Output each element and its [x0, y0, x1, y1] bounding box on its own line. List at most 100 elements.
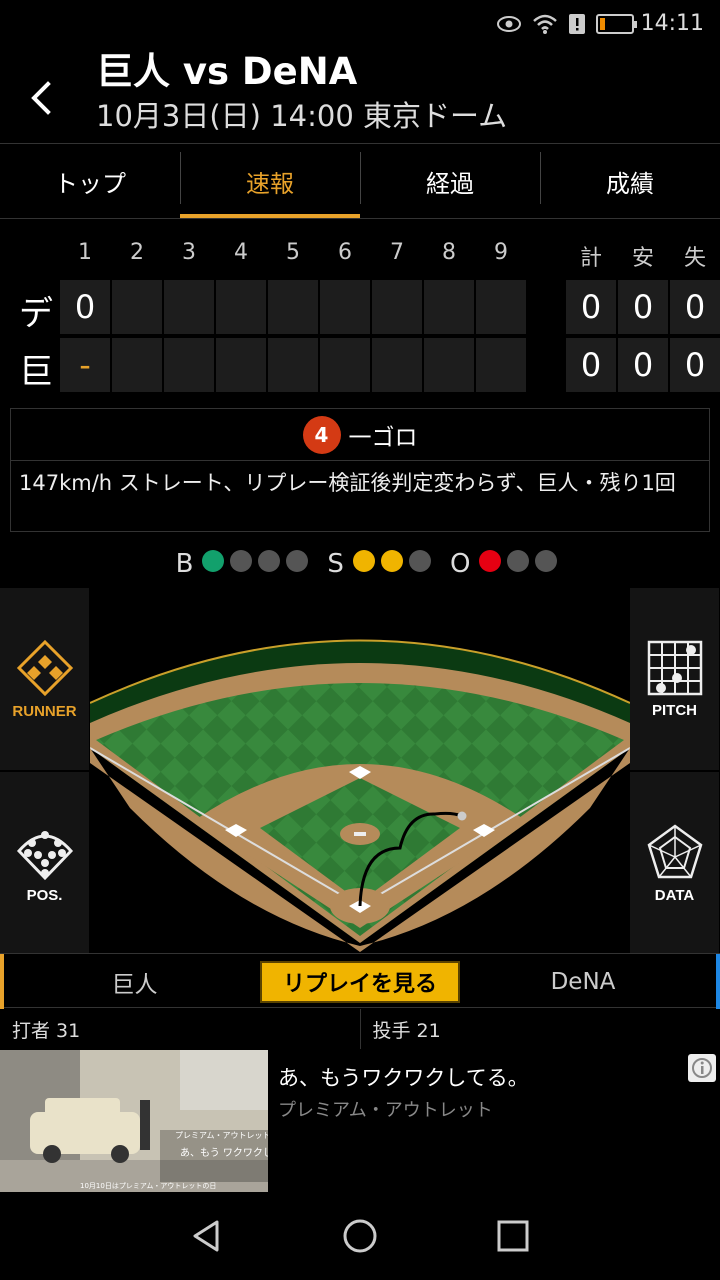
inning-header: 9 — [494, 240, 508, 265]
status-icons — [496, 10, 637, 38]
inning-cell: - — [60, 338, 110, 392]
pitcher-info: 投手 21 — [359, 1009, 720, 1049]
team-label-away: デ — [19, 294, 53, 334]
recents-square-icon[interactable] — [495, 1218, 531, 1254]
alert-icon — [569, 14, 585, 34]
scoreboard: 1 2 3 4 5 6 7 8 9 計 安 失 デ 0 0 0 0 巨 - 0 … — [0, 232, 720, 397]
play-result-box: 4 一ゴロ 147km/h ストレート、リプレー検証後判定変わらず、巨人・残り1… — [10, 408, 710, 532]
status-time: 14:11 — [640, 11, 704, 36]
out-dot — [479, 550, 502, 572]
field-diagram — [89, 639, 631, 952]
strike-dot — [408, 550, 431, 572]
inning-cell: 0 — [60, 280, 110, 334]
inning-cell — [164, 280, 214, 334]
radar-chart-icon — [647, 823, 702, 878]
ball-dot — [230, 550, 253, 572]
errors-cell: 0 — [670, 280, 720, 334]
ad-image-footer: 10月10日はプレミアム・アウトレットの日 — [80, 1182, 216, 1190]
hits-cell: 0 — [618, 280, 668, 334]
diamond-runner-icon — [16, 639, 73, 696]
total-runs-cell: 0 — [566, 338, 616, 392]
team-label-home: 巨 — [19, 352, 53, 392]
inning-cell — [320, 280, 370, 334]
pitch-grid-icon — [647, 640, 702, 695]
inning-cell — [424, 280, 474, 334]
out-dot — [507, 550, 530, 572]
wifi-icon — [533, 14, 557, 34]
inning-cell — [476, 338, 526, 392]
inning-header: 8 — [442, 240, 456, 265]
team-bar: 巨人 DeNA リプレイを見る — [0, 953, 720, 1009]
inning-header: 4 — [234, 240, 248, 265]
play-description: 147km/h ストレート、リプレー検証後判定変わらず、巨人・残り1回 — [19, 471, 676, 495]
ad-image[interactable]: プレミアム・アウトレット あ、もう ワクワクしてる 10月10日はプレミアム・ア… — [0, 1050, 293, 1192]
ball-dot — [202, 550, 225, 572]
home-circle-icon[interactable] — [342, 1218, 378, 1254]
inning-cell — [476, 280, 526, 334]
inning-cell — [216, 280, 266, 334]
back-triangle-icon[interactable] — [189, 1218, 225, 1254]
outs-label: O — [449, 549, 471, 579]
inning-header: 2 — [130, 240, 144, 265]
inning-cell — [268, 280, 318, 334]
position-icon — [16, 830, 73, 880]
tab-stats[interactable]: 成績 — [540, 144, 720, 218]
ad-info-icon[interactable] — [688, 1054, 716, 1082]
tab-progress[interactable]: 経過 — [360, 144, 540, 218]
page-subtitle: 10月3日(日) 14:00 東京ドーム — [96, 99, 508, 133]
inning-cell — [164, 338, 214, 392]
balls-label: B — [175, 549, 194, 579]
inning-header: 6 — [338, 240, 352, 265]
pitch-button[interactable]: PITCH — [630, 588, 719, 770]
position-button[interactable]: POS. — [0, 772, 89, 954]
inning-cell — [268, 338, 318, 392]
tab-top[interactable]: トップ — [0, 144, 180, 218]
ad-subtitle: プレミアム・アウトレット — [278, 1100, 493, 1121]
inning-header: 3 — [182, 240, 196, 265]
ball-count: B S O — [0, 546, 720, 582]
ad-image-caption: プレミアム・アウトレット — [175, 1131, 268, 1140]
inning-header: 5 — [286, 240, 300, 265]
status-bar: 14:11 — [0, 0, 720, 48]
data-label: DATA — [654, 886, 695, 904]
eye-icon — [497, 16, 521, 32]
batter-info: 打者 31 — [12, 1019, 81, 1042]
inning-cell — [112, 280, 162, 334]
pitch-label: PITCH — [652, 701, 697, 719]
ad-image-text: あ、もう ワクワクしてる — [180, 1147, 268, 1159]
runner-button[interactable]: RUNNER — [0, 588, 89, 770]
system-nav-bar — [0, 1192, 720, 1280]
errors-header: 失 — [683, 246, 706, 271]
inning-cell — [372, 280, 422, 334]
play-result-text: 一ゴロ — [348, 424, 418, 451]
out-dot — [535, 550, 558, 572]
app-header: 巨人 vs DeNA 10月3日(日) 14:00 東京ドーム — [0, 48, 720, 143]
strike-dot — [352, 550, 375, 572]
baseball-field — [89, 588, 631, 952]
inning-header: 7 — [390, 240, 404, 265]
tab-live[interactable]: 速報 — [180, 144, 360, 218]
advertisement[interactable]: プレミアム・アウトレット あ、もう ワクワクしてる 10月10日はプレミアム・ア… — [0, 1050, 720, 1192]
play-number-badge: 4 — [302, 415, 341, 454]
inning-cell — [216, 338, 266, 392]
strike-dot — [380, 550, 403, 572]
page-title: 巨人 vs DeNA — [96, 50, 358, 93]
hits-header: 安 — [631, 246, 654, 271]
replay-button[interactable]: リプレイを見る — [260, 961, 460, 1003]
inning-cell — [112, 338, 162, 392]
runner-label: RUNNER — [12, 702, 77, 720]
tab-bar: トップ 速報 経過 成績 — [0, 143, 720, 219]
ball-dot — [258, 550, 281, 572]
inning-cell — [372, 338, 422, 392]
position-label: POS. — [26, 886, 63, 904]
strikes-label: S — [327, 549, 344, 579]
ad-title[interactable]: あ、もうワクワクしてる。 — [278, 1062, 529, 1092]
data-button[interactable]: DATA — [630, 772, 719, 954]
inning-cell — [424, 338, 474, 392]
errors-cell: 0 — [670, 338, 720, 392]
back-button[interactable] — [20, 70, 64, 122]
ball-dot — [286, 550, 309, 572]
chevron-left-icon — [31, 81, 51, 115]
total-runs-cell: 0 — [566, 280, 616, 334]
outs-indicator — [476, 549, 560, 579]
